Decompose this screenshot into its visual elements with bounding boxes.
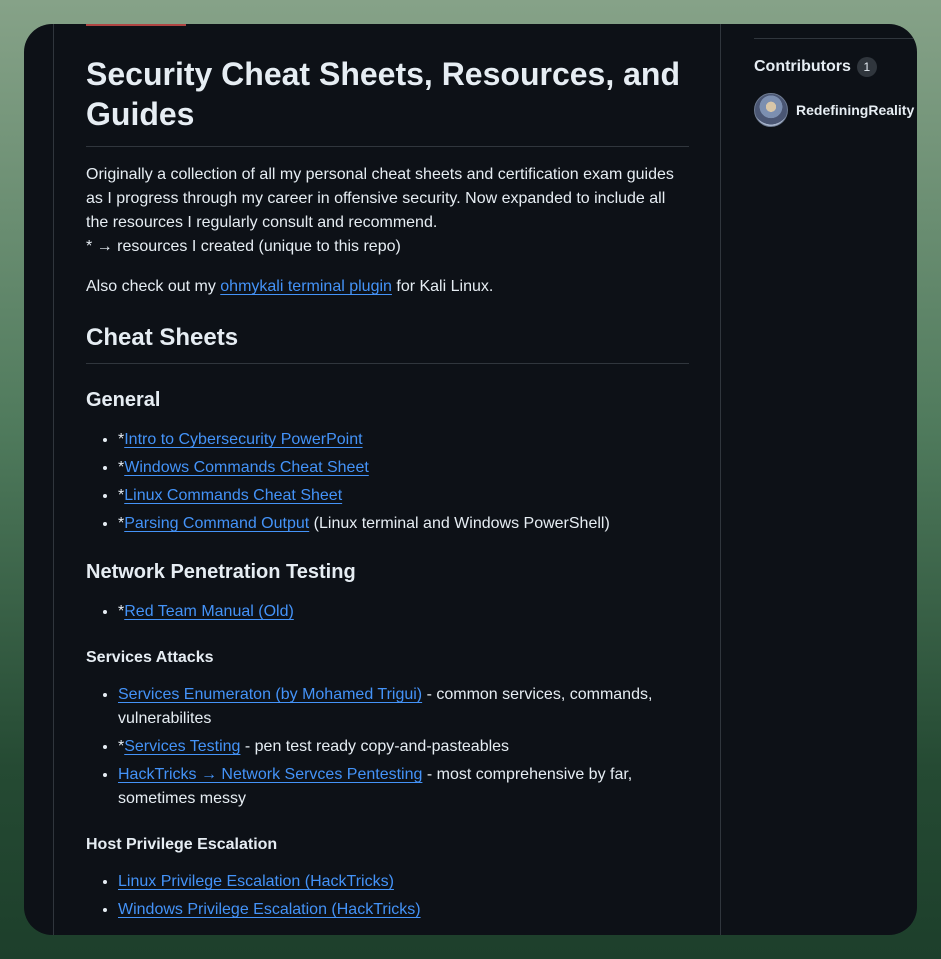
heading-services-attacks: Services Attacks — [86, 649, 214, 666]
also-suffix: for Kali Linux. — [391, 278, 494, 295]
contributors-title[interactable]: Contributors — [754, 51, 851, 83]
list-item: HackTricks → Network Servces Pentesting … — [118, 763, 689, 811]
resource-link[interactable]: Windows Privilege Escalation (HackTricks… — [118, 901, 421, 918]
list-item: *Services Testing - pen test ready copy-… — [118, 735, 689, 759]
resource-link[interactable]: Services Testing — [124, 738, 240, 755]
resource-link[interactable]: Windows Commands Cheat Sheet — [124, 459, 369, 476]
services-list: Services Enumeraton (by Mohamed Trigui) … — [86, 683, 689, 811]
intro-paragraph: Originally a collection of all my person… — [86, 163, 689, 259]
also-paragraph: Also check out my ohmykali terminal plug… — [86, 275, 689, 299]
resource-link[interactable]: Red Team Manual (Old) — [124, 603, 294, 620]
readme-title: Security Cheat Sheets, Resources, and Gu… — [86, 54, 689, 147]
ohmykali-link[interactable]: ohmykali terminal plugin — [220, 278, 392, 295]
list-item: *Windows Commands Cheat Sheet — [118, 456, 689, 480]
list-item: *Linux Commands Cheat Sheet — [118, 484, 689, 508]
contributor-name[interactable]: RedefiningReality — [796, 102, 914, 118]
also-prefix: Also check out my — [86, 278, 221, 295]
contributors-header: Contributors 1 — [754, 51, 917, 83]
resource-link[interactable]: HackTricks → Network Servces Pentesting — [118, 766, 422, 783]
sidebar: Contributors 1 RedefiningReality — [754, 38, 917, 127]
left-border — [53, 24, 54, 935]
browser-window: Security Cheat Sheets, Resources, and Gu… — [24, 24, 917, 935]
privesc-list: Linux Privilege Escalation (HackTricks) W… — [86, 870, 689, 922]
contributor-avatar[interactable] — [754, 93, 788, 127]
heading-host-privesc: Host Privilege Escalation — [86, 836, 278, 853]
resource-link[interactable]: Services Enumeraton (by Mohamed Trigui) — [118, 686, 422, 703]
resource-link[interactable]: Intro to Cybersecurity PowerPoint — [124, 431, 362, 448]
list-item: Windows Privilege Escalation (HackTricks… — [118, 898, 689, 922]
resource-link[interactable]: Linux Privilege Escalation (HackTricks) — [118, 873, 394, 890]
accent-bar — [86, 24, 186, 26]
heading-general: General — [86, 389, 161, 411]
list-item: Linux Privilege Escalation (HackTricks) — [118, 870, 689, 894]
readme-content: Security Cheat Sheets, Resources, and Gu… — [86, 54, 689, 926]
resource-description: (Linux terminal and Windows PowerShell) — [309, 515, 610, 532]
list-item: Services Enumeraton (by Mohamed Trigui) … — [118, 683, 689, 731]
list-item: *Intro to Cybersecurity PowerPoint — [118, 428, 689, 452]
resource-link[interactable]: Parsing Command Output — [124, 515, 309, 532]
network-list: *Red Team Manual (Old) — [86, 600, 689, 624]
sidebar-rule — [754, 38, 917, 39]
legend-text: * → resources I created (unique to this … — [86, 238, 401, 255]
sidebar-divider — [720, 24, 721, 935]
contributor-item[interactable]: RedefiningReality — [754, 93, 917, 127]
resource-link[interactable]: Linux Commands Cheat Sheet — [124, 487, 342, 504]
list-item: *Parsing Command Output (Linux terminal … — [118, 512, 689, 536]
list-item: *Red Team Manual (Old) — [118, 600, 689, 624]
intro-text: Originally a collection of all my person… — [86, 166, 674, 231]
contributors-count-badge: 1 — [856, 57, 877, 77]
resource-description: - pen test ready copy-and-pasteables — [240, 738, 510, 755]
heading-cheat-sheets: Cheat Sheets — [86, 323, 689, 364]
heading-network-pentest: Network Penetration Testing — [86, 561, 356, 583]
general-list: *Intro to Cybersecurity PowerPoint *Windo… — [86, 428, 689, 536]
